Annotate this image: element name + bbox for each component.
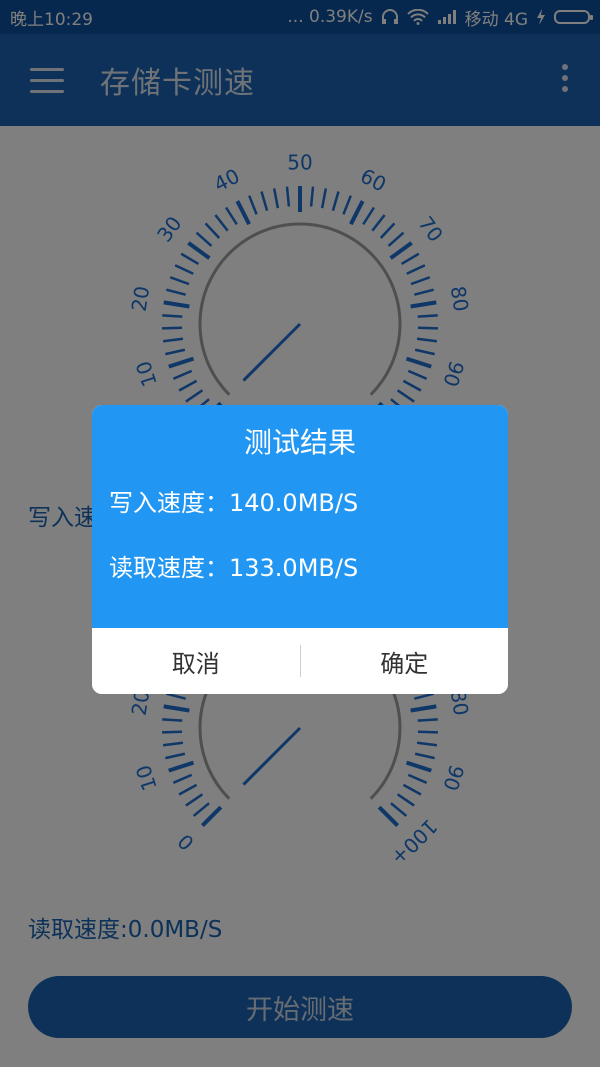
- write-result-text: 写入速度：140.0MB/S: [109, 489, 359, 517]
- confirm-button[interactable]: 确定: [301, 628, 509, 694]
- cancel-button[interactable]: 取消: [92, 628, 300, 694]
- dialog-body: 测试结果 写入速度：140.0MB/S 读取速度：133.0MB/S: [92, 405, 508, 628]
- read-result-text: 读取速度：133.0MB/S: [109, 554, 359, 582]
- result-dialog: 测试结果 写入速度：140.0MB/S 读取速度：133.0MB/S 取消 确定: [92, 405, 508, 694]
- dialog-title: 测试结果: [243, 426, 356, 459]
- dialog-actions: 取消 确定: [92, 628, 508, 694]
